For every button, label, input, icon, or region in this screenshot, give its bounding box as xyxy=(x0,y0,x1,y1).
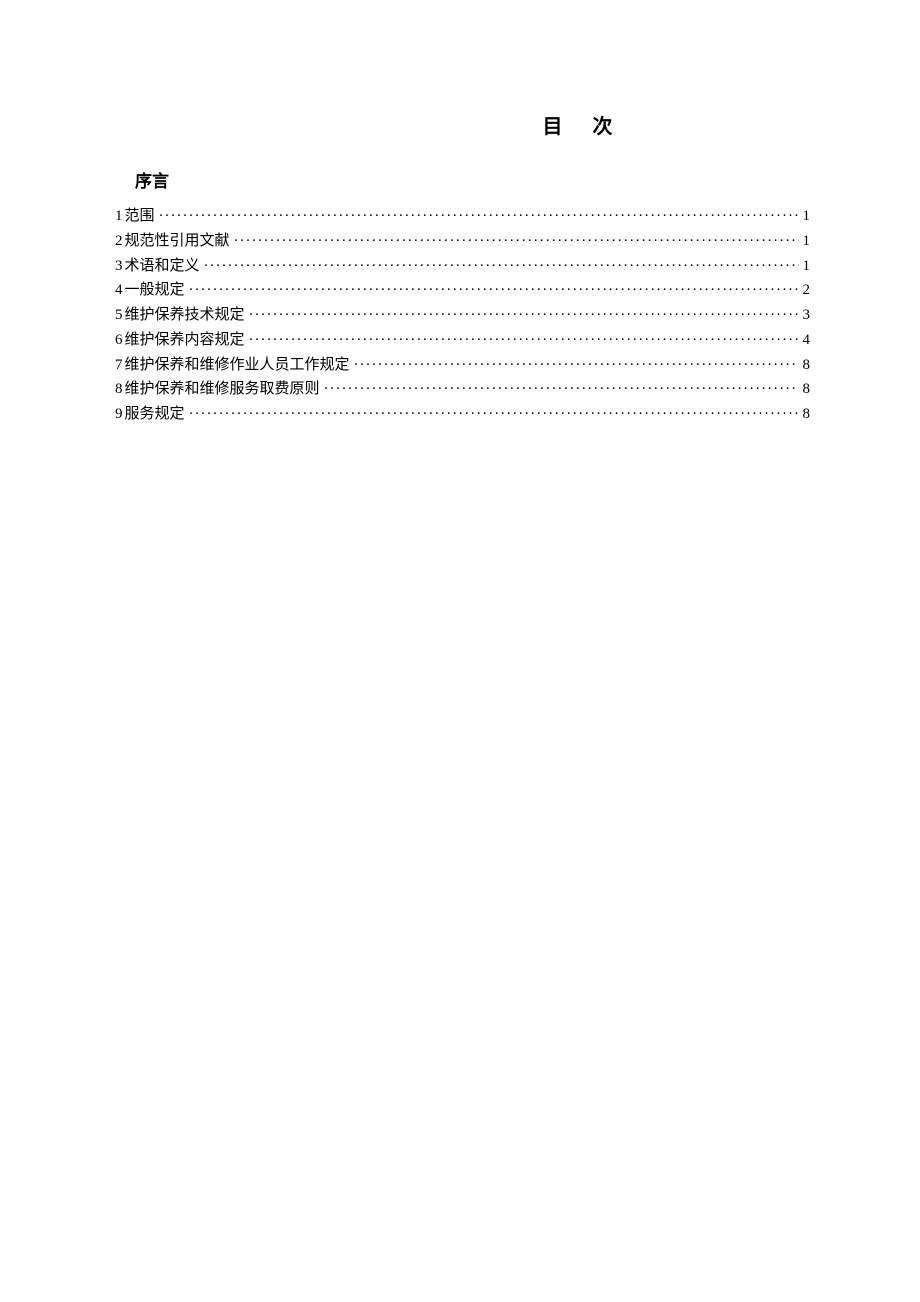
toc-entry-page: 4 xyxy=(803,328,811,353)
toc-list: 1 范围 1 2 规范性引用文献 1 3 术语和定义 1 4 一般规定 2 5 … xyxy=(115,204,810,427)
toc-entry-number: 7 xyxy=(115,353,123,378)
toc-entry-label: 一般规定 xyxy=(125,278,185,303)
toc-entry-label: 维护保养内容规定 xyxy=(125,328,245,353)
toc-leader-dots xyxy=(204,254,799,279)
toc-entry-page: 3 xyxy=(803,303,811,328)
toc-entry-label: 范围 xyxy=(125,204,155,229)
toc-entry: 6 维护保养内容规定 4 xyxy=(115,328,810,353)
toc-entry-label: 维护保养技术规定 xyxy=(125,303,245,328)
toc-entry-label: 术语和定义 xyxy=(125,254,200,279)
toc-leader-dots xyxy=(159,204,799,229)
toc-entry-page: 8 xyxy=(803,377,811,402)
toc-leader-dots xyxy=(189,278,799,303)
toc-entry-page: 1 xyxy=(803,229,811,254)
toc-entry: 3 术语和定义 1 xyxy=(115,254,810,279)
preface-label: 序言 xyxy=(135,167,810,192)
toc-entry-label: 维护保养和维修作业人员工作规定 xyxy=(125,353,350,378)
toc-leader-dots xyxy=(249,303,799,328)
toc-entry-page: 2 xyxy=(803,278,811,303)
toc-leader-dots xyxy=(324,377,799,402)
toc-entry: 1 范围 1 xyxy=(115,204,810,229)
toc-entry-label: 规范性引用文献 xyxy=(125,229,230,254)
toc-title: 目次 xyxy=(115,110,810,139)
toc-entry-number: 1 xyxy=(115,204,123,229)
toc-leader-dots xyxy=(234,229,799,254)
toc-entry-label: 维护保养和维修服务取费原则 xyxy=(125,377,320,402)
toc-entry-number: 4 xyxy=(115,278,123,303)
toc-entry-number: 3 xyxy=(115,254,123,279)
toc-entry-page: 1 xyxy=(803,254,811,279)
toc-entry: 2 规范性引用文献 1 xyxy=(115,229,810,254)
toc-leader-dots xyxy=(189,402,799,427)
toc-entry-page: 8 xyxy=(803,402,811,427)
toc-entry: 9 服务规定 8 xyxy=(115,402,810,427)
toc-entry-page: 1 xyxy=(803,204,811,229)
toc-entry-page: 8 xyxy=(803,353,811,378)
toc-entry-number: 8 xyxy=(115,377,123,402)
toc-entry-number: 9 xyxy=(115,402,123,427)
toc-entry: 4 一般规定 2 xyxy=(115,278,810,303)
toc-leader-dots xyxy=(249,328,799,353)
toc-leader-dots xyxy=(354,353,799,378)
toc-entry-number: 5 xyxy=(115,303,123,328)
toc-entry-number: 2 xyxy=(115,229,123,254)
toc-entry-label: 服务规定 xyxy=(125,402,185,427)
toc-entry-number: 6 xyxy=(115,328,123,353)
toc-entry: 5 维护保养技术规定 3 xyxy=(115,303,810,328)
toc-entry: 8 维护保养和维修服务取费原则 8 xyxy=(115,377,810,402)
toc-entry: 7 维护保养和维修作业人员工作规定 8 xyxy=(115,353,810,378)
